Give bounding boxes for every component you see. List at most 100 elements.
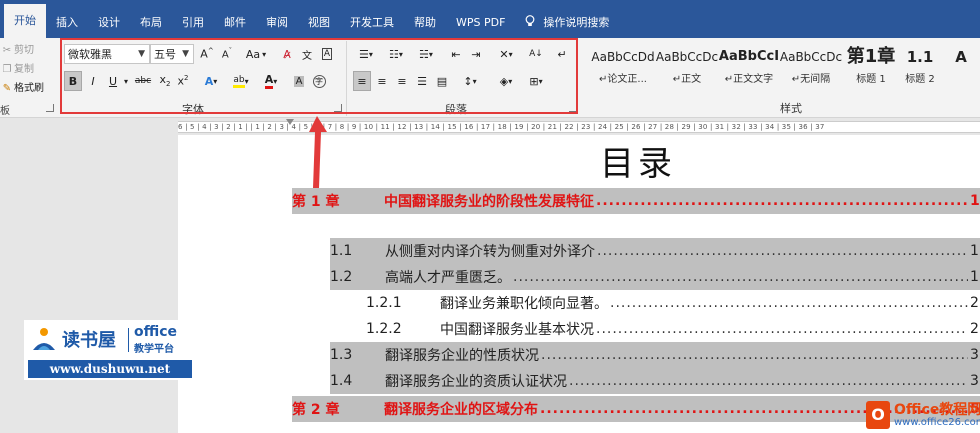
toc-title-text: 高端人才严重匮乏。: [385, 270, 511, 286]
increase-indent-button[interactable]: ⇥: [467, 44, 485, 64]
italic-button[interactable]: I: [84, 71, 102, 91]
font-size-dropdown[interactable]: 五号 ▼: [150, 44, 194, 64]
bullets-button[interactable]: ☰ ▾: [353, 44, 379, 64]
paragraph-mark-icon: ↵: [557, 47, 567, 61]
tab-home[interactable]: 开始: [4, 4, 46, 38]
line-spacing-button[interactable]: ↕ ▾: [457, 71, 483, 91]
format-painter-label: 格式刷: [14, 83, 44, 94]
change-case-button[interactable]: Aa ▾: [242, 44, 270, 64]
toc-leader: ........................................…: [596, 321, 968, 337]
tab-view[interactable]: 视图: [298, 8, 340, 38]
align-right-button[interactable]: ≡: [393, 71, 411, 91]
style-item[interactable]: AaBbCcDc ↵正文: [654, 44, 720, 96]
tab-help[interactable]: 帮助: [404, 8, 446, 38]
toc-leader: ........................................…: [569, 373, 968, 389]
underline-button[interactable]: U: [104, 71, 122, 91]
document-margin-left: [0, 135, 178, 433]
toc-entry-level1[interactable]: 1.3 翻译服务企业的性质状况 ........................…: [330, 342, 980, 368]
font-name-value: 微软雅黑: [68, 48, 112, 61]
ruler-numbers: 6 | 5 | 4 | 3 | 2 | 1 | | 1 | 2 | 3 | 4 …: [178, 123, 825, 131]
clear-formatting-button[interactable]: A̷: [278, 44, 296, 64]
toc-entry-level1[interactable]: 1.1 从侧重对内译介转为侧重对外译介 ....................…: [330, 238, 980, 264]
character-border-button[interactable]: A: [318, 44, 336, 64]
toc-title-text: 中国翻译服务业基本状况: [440, 322, 594, 338]
style-name: ↵正文: [672, 74, 702, 85]
tab-references[interactable]: 引用: [172, 8, 214, 38]
numbering-button[interactable]: ☷ ▾: [383, 44, 409, 64]
tab-insert[interactable]: 插入: [46, 8, 88, 38]
toc-leader: ........................................…: [596, 193, 968, 209]
tab-mailings[interactable]: 邮件: [214, 8, 256, 38]
tell-me-search[interactable]: 操作说明搜索: [515, 8, 619, 38]
scissors-icon: ✂: [2, 45, 12, 56]
chevron-down-icon: ▾: [368, 49, 373, 59]
tab-wps-pdf[interactable]: WPS PDF: [446, 8, 515, 38]
style-item[interactable]: 1.1 标题 2: [898, 44, 942, 96]
multilevel-list-button[interactable]: ☵ ▾: [413, 44, 439, 64]
show-marks-button[interactable]: ↵: [553, 44, 571, 64]
font-name-dropdown[interactable]: 微软雅黑 ▼: [64, 44, 150, 64]
justify-button[interactable]: ☰: [413, 71, 431, 91]
copy-button[interactable]: ❐ 复制: [2, 60, 34, 75]
toc-entry-level2[interactable]: 1.2.1 翻译业务兼职化倾向显著。 .....................…: [366, 290, 980, 316]
grow-font-button[interactable]: A^: [198, 44, 216, 64]
chinese-layout-button[interactable]: ✕ ▾: [493, 44, 519, 64]
toc-entry-chapter[interactable]: 第 1 章 中国翻译服务业的阶段性发展特征 ..................…: [292, 188, 980, 214]
subscript-button[interactable]: x2: [156, 71, 174, 91]
align-right-icon: ≡: [397, 74, 407, 88]
cut-label: 剪切: [14, 45, 34, 56]
style-item[interactable]: AaBbCcDc ↵无间隔: [778, 44, 844, 96]
font-dialog-launcher[interactable]: [334, 104, 342, 112]
horizontal-ruler[interactable]: 6 | 5 | 4 | 3 | 2 | 1 | | 1 | 2 | 3 | 4 …: [0, 119, 980, 135]
tab-design[interactable]: 设计: [88, 8, 130, 38]
paragraph-dialog-launcher[interactable]: [569, 104, 577, 112]
strikethrough-button[interactable]: abc: [132, 71, 154, 91]
sort-button[interactable]: A↓: [527, 44, 545, 64]
distributed-button[interactable]: ▤: [433, 71, 451, 91]
style-item[interactable]: AaBbCcDd ↵论文正...: [590, 44, 656, 96]
font-color-button[interactable]: A ▾: [258, 71, 284, 91]
style-item[interactable]: AaBbCcI ↵正文文字: [716, 44, 782, 96]
shrink-font-button[interactable]: Aˇ: [218, 44, 236, 64]
format-painter-button[interactable]: ✎ 格式刷: [2, 79, 44, 94]
style-item[interactable]: A: [946, 44, 976, 96]
superscript-button[interactable]: x2: [174, 71, 192, 91]
eraser-icon: A̷: [283, 47, 291, 61]
toc-number: 1.2.1: [366, 295, 402, 311]
bold-button[interactable]: B: [64, 71, 82, 91]
underline-dropdown[interactable]: ▾: [122, 71, 130, 91]
tab-review[interactable]: 审阅: [256, 8, 298, 38]
shading-button[interactable]: ◈ ▾: [493, 71, 519, 91]
distributed-icon: ▤: [436, 74, 448, 88]
highlight-color-button[interactable]: ab ▾: [228, 71, 254, 91]
ribbon-tab-bar: 开始 插入 设计 布局 引用 邮件 审阅 视图 开发工具 帮助 WPS PDF …: [0, 0, 980, 38]
style-preview: 1.1: [906, 48, 934, 66]
toc-page: 3: [970, 373, 979, 389]
cut-button[interactable]: ✂ 剪切: [2, 41, 34, 56]
toc-entry-level2[interactable]: 1.2.2 中国翻译服务业基本状况 ......................…: [366, 316, 980, 342]
indent-marker[interactable]: [286, 119, 294, 127]
align-left-button[interactable]: ≡: [353, 71, 371, 91]
enclose-characters-button[interactable]: 字: [310, 71, 328, 91]
borders-button[interactable]: ⊞ ▾: [523, 71, 549, 91]
style-preview: 第1章: [846, 46, 896, 67]
style-name: ↵无间隔: [791, 74, 831, 85]
ribbon: ✂ 剪切 ❐ 复制 ✎ 格式刷 板 微软雅黑 ▼ 五号 ▼ A^ Aˇ Aa ▾ A̷ 文 …: [0, 38, 980, 118]
character-shading-button[interactable]: A: [290, 71, 308, 91]
chevron-down-icon: ▾: [428, 49, 433, 59]
toc-title-text: 翻译服务企业的性质状况: [385, 348, 539, 364]
styles-gallery: AaBbCcDd ↵论文正... AaBbCcDc ↵正文 AaBbCcI ↵正文文字…: [584, 38, 980, 118]
phonetic-guide-button[interactable]: 文: [298, 44, 316, 64]
toc-entry-level1[interactable]: 1.4 翻译服务企业的资质认证状况 ......................…: [330, 368, 980, 394]
decrease-indent-button[interactable]: ⇤: [447, 44, 465, 64]
clipboard-group-label: 板: [0, 106, 10, 117]
clipboard-dialog-launcher[interactable]: [46, 104, 54, 112]
tab-developer[interactable]: 开发工具: [340, 8, 404, 38]
toc-entry-level1[interactable]: 1.2 高端人才严重匮乏。 ..........................…: [330, 264, 980, 290]
tab-layout[interactable]: 布局: [130, 8, 172, 38]
styles-group-label: 样式: [780, 102, 802, 115]
style-name: 标题 2: [905, 74, 935, 85]
text-effects-button[interactable]: A ▾: [198, 71, 224, 91]
style-item[interactable]: 第1章 标题 1: [838, 44, 904, 96]
align-center-button[interactable]: ≡: [373, 71, 391, 91]
